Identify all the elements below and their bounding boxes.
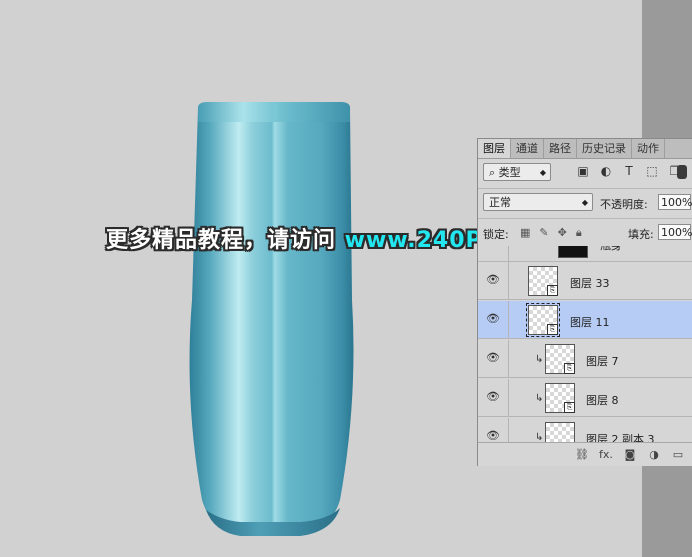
layer-name: 图层 11 <box>570 316 610 329</box>
eye-icon[interactable]: 👁︎ <box>486 391 500 403</box>
pixel-filter-icon[interactable]: ▣ <box>576 164 590 178</box>
vase-rim <box>198 102 350 122</box>
filter-kind-select[interactable]: ⌕ 类型 ◆ <box>483 163 551 181</box>
tab-layers[interactable]: 图层 <box>478 139 511 158</box>
layer-row-selected[interactable]: 👁︎ ⎘ 图层 11 <box>478 301 692 339</box>
adjustment-icon[interactable]: ◑ <box>647 448 661 461</box>
divider <box>508 418 509 442</box>
tab-actions[interactable]: 动作 <box>632 139 665 158</box>
adjustment-filter-icon[interactable]: ◐ <box>599 164 613 178</box>
smart-object-icon: ⎘ <box>564 363 575 374</box>
lock-label: 锁定: <box>483 228 509 241</box>
panel-footer: ⛓︎ fx. ◙ ◑ ▭ <box>478 442 692 466</box>
fill-label: 填充: <box>628 228 654 241</box>
divider <box>508 262 509 300</box>
chevron-updown-icon: ◆ <box>581 198 588 207</box>
clipping-arrow-icon: ↳ <box>535 432 544 442</box>
smart-object-icon: ⎘ <box>564 402 575 413</box>
search-icon: ⌕ <box>489 166 499 179</box>
lock-all-icon[interactable]: 🔒︎ <box>576 226 582 240</box>
shape-filter-icon[interactable]: ⬚ <box>645 164 659 178</box>
fx-icon[interactable]: fx. <box>599 448 613 461</box>
layer-thumbnail[interactable]: ⎘ <box>545 344 575 374</box>
layer-name: 图层 7 <box>586 355 619 368</box>
eye-icon[interactable]: 👁︎ <box>486 313 500 325</box>
layer-name: 图层 2 副本 3 <box>586 433 655 442</box>
link-icon: ⁸ <box>546 246 550 249</box>
layers-panel: 图层 通道 路径 历史记录 动作 ⌕ 类型 ◆ ▣ ◐ T ⬚ ❐ 正常 ◆ 不… <box>477 138 692 466</box>
divider <box>508 379 509 417</box>
layer-name: 图层 8 <box>586 394 619 407</box>
tab-history[interactable]: 历史记录 <box>577 139 632 158</box>
filter-toggle-switch[interactable] <box>677 165 687 179</box>
mask-thumbnail[interactable] <box>558 246 588 258</box>
vase-artwork <box>189 102 354 536</box>
layer-row[interactable]: 👁︎ ⎘ 图层 33 <box>478 262 692 300</box>
eye-icon[interactable]: 👁︎ <box>486 352 500 364</box>
clipping-arrow-icon: ↳ <box>535 354 544 365</box>
tab-channels[interactable]: 通道 <box>511 139 544 158</box>
filter-row: ⌕ 类型 ◆ ▣ ◐ T ⬚ ❐ <box>478 159 692 189</box>
layer-thumbnail[interactable] <box>545 422 575 442</box>
link-icon[interactable]: ⛓︎ <box>575 448 589 461</box>
vase-body <box>189 102 354 536</box>
mask-icon[interactable]: ◙ <box>623 448 637 461</box>
filter-kind-value: 类型 <box>498 166 521 179</box>
blend-row: 正常 ◆ 不透明度: 100% <box>478 189 692 219</box>
lock-icons: ▦ ✎ ✥ 🔒︎ <box>520 226 582 240</box>
layer-thumbnail[interactable]: ⎘ <box>545 383 575 413</box>
chevron-updown-icon: ◆ <box>539 168 546 177</box>
lock-pixels-icon[interactable]: ✎ <box>539 226 548 240</box>
opacity-input[interactable]: 100% <box>658 194 692 210</box>
eye-icon[interactable]: 👁︎ <box>486 274 500 286</box>
panel-tabs: 图层 通道 路径 历史记录 动作 <box>478 139 692 159</box>
layer-thumbnail[interactable]: ⎘ <box>528 266 558 296</box>
watermark-prefix: 更多精品教程，请访问 <box>106 228 345 253</box>
lock-transparency-icon[interactable]: ▦ <box>520 226 530 240</box>
smart-object-icon: ⎘ <box>547 324 558 335</box>
layer-row[interactable]: 👁︎ ↳ 图层 2 副本 3 <box>478 418 692 442</box>
type-filter-icon[interactable]: T <box>622 164 636 178</box>
lock-row: 锁定: ▦ ✎ ✥ 🔒︎ 填充: 100% <box>478 219 692 249</box>
fill-input[interactable]: 100% <box>658 224 692 240</box>
blend-mode-select[interactable]: 正常 ◆ <box>483 193 593 211</box>
layer-row[interactable]: 👁︎ ↳ ⎘ 图层 8 <box>478 379 692 417</box>
divider <box>508 301 509 339</box>
eye-icon[interactable]: 👁︎ <box>486 246 500 248</box>
folder-icon[interactable]: ▭ <box>671 448 685 461</box>
layer-thumbnail[interactable]: ⎘ <box>526 303 560 337</box>
divider <box>508 246 509 262</box>
layer-row[interactable]: 👁︎ ↳ ⎘ 图层 7 <box>478 340 692 378</box>
divider <box>508 340 509 378</box>
layer-name: 图层 33 <box>570 277 610 290</box>
lock-position-icon[interactable]: ✥ <box>558 226 567 240</box>
layer-row[interactable]: 👁︎ ⁸ 瓶身 <box>478 246 692 262</box>
clipping-arrow-icon: ↳ <box>535 393 544 404</box>
blend-mode-value: 正常 <box>489 196 511 209</box>
layer-name: 瓶身 <box>600 246 622 253</box>
tab-paths[interactable]: 路径 <box>544 139 577 158</box>
opacity-label: 不透明度: <box>600 198 648 211</box>
smart-object-icon: ⎘ <box>547 285 558 296</box>
layer-list: 👁︎ ⁸ 瓶身 👁︎ ⎘ 图层 33 👁︎ ⎘ 图层 11 👁︎ ↳ ⎘ 图层 … <box>478 246 692 442</box>
eye-icon[interactable]: 👁︎ <box>486 430 500 442</box>
filter-icons: ▣ ◐ T ⬚ ❐ <box>576 164 682 178</box>
